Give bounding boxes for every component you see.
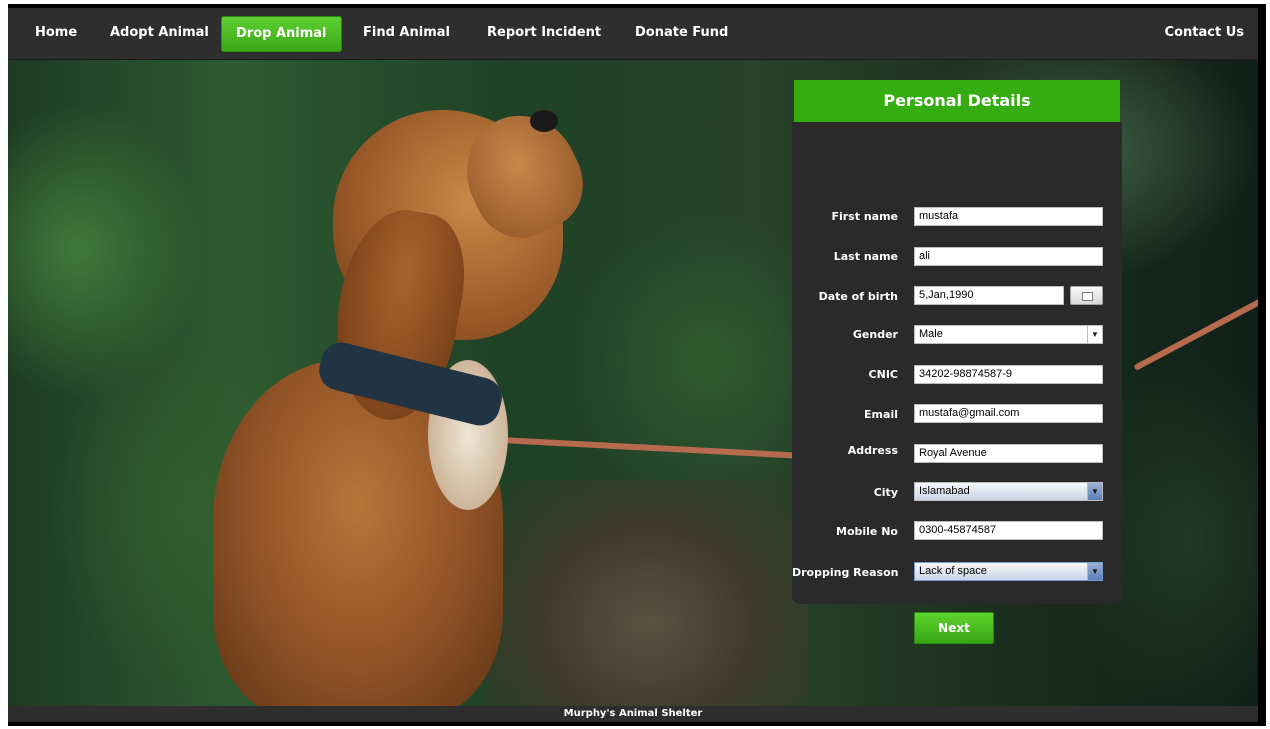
nav-contact-us[interactable]: Contact Us — [1151, 16, 1258, 50]
nav-home[interactable]: Home — [21, 16, 91, 50]
nav-report-incident[interactable]: Report Incident — [473, 16, 615, 50]
dob-label: Date of birth — [818, 290, 898, 303]
nav-donate-fund[interactable]: Donate Fund — [621, 16, 742, 50]
email-field[interactable]: mustafa@gmail.com — [914, 404, 1103, 423]
chevron-down-icon: ▼ — [1087, 563, 1102, 580]
footer-title: Murphy's Animal Shelter — [8, 706, 1258, 722]
gender-select-value: Male — [919, 328, 943, 340]
last-name-field[interactable]: ali — [914, 247, 1103, 266]
last-name-label: Last name — [833, 250, 898, 263]
nav-adopt-animal[interactable]: Adopt Animal — [96, 16, 223, 50]
address-label: Address — [847, 444, 898, 457]
city-label: City — [873, 486, 898, 499]
nav-find-animal[interactable]: Find Animal — [349, 16, 464, 50]
next-button[interactable]: Next — [914, 612, 994, 644]
calendar-button[interactable] — [1070, 286, 1103, 305]
mobile-field[interactable]: 0300-45874587 — [914, 521, 1103, 540]
dropping-reason-label: Dropping Reason — [792, 566, 899, 579]
mobile-label: Mobile No — [836, 525, 898, 538]
chevron-down-icon: ▼ — [1087, 326, 1102, 343]
first-name-label-text: First name — [831, 210, 898, 223]
gender-label: Gender — [852, 328, 898, 341]
top-nav: Home Adopt Animal Drop Animal Find Anima… — [8, 8, 1258, 60]
form-title: Personal Details — [794, 80, 1120, 122]
email-label: Email — [864, 408, 898, 421]
chevron-down-icon: ▼ — [1087, 483, 1102, 500]
gender-select[interactable]: Male ▼ — [914, 325, 1103, 344]
first-name-field[interactable]: mustafa — [914, 207, 1103, 226]
dropping-reason-select-value: Lack of space — [919, 565, 987, 577]
cnic-field[interactable]: 34202-98874587-9 — [914, 365, 1103, 384]
calendar-icon — [1082, 292, 1093, 301]
nav-drop-animal[interactable]: Drop Animal — [221, 16, 342, 52]
dropping-reason-select[interactable]: Lack of space ▼ — [914, 562, 1103, 581]
city-select[interactable]: Islamabad ▼ — [914, 482, 1103, 501]
address-field[interactable]: Royal Avenue — [914, 444, 1103, 463]
city-select-value: Islamabad — [919, 485, 970, 497]
dob-field[interactable]: 5,Jan,1990 — [914, 286, 1064, 305]
cnic-label: CNIC — [868, 368, 898, 381]
